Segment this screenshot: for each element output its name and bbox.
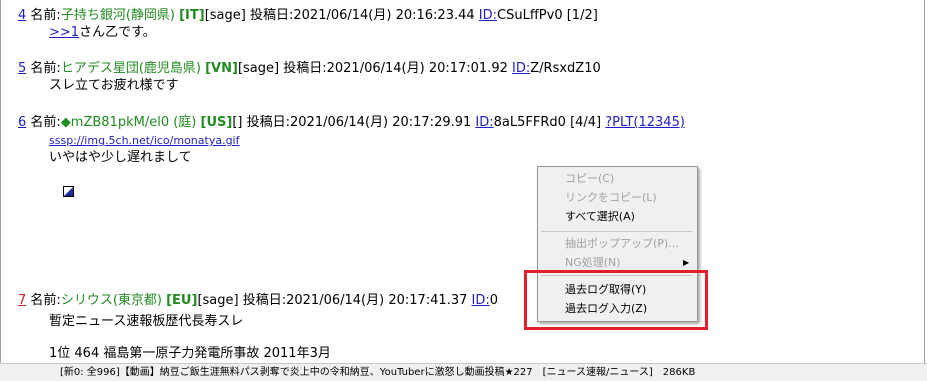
menu-item-extract-popup[interactable]: 抽出ポップアップ(P)...	[565, 235, 679, 253]
poster-name: 子持ち銀河(静岡県)	[60, 8, 175, 23]
poster-id: CSuLffPv0	[497, 8, 563, 23]
post-date: 2021/06/14(月) 20:16:23.44	[293, 8, 475, 23]
poster-id: Z/RsxdZ10	[530, 61, 601, 76]
menu-item-copy-link[interactable]: リンクをコピー(L)	[565, 189, 657, 207]
post-5: 5 名前:ヒアデス星団(鹿児島県) [VN][sage] 投稿日:2021/06…	[18, 60, 601, 77]
country-tag: [EU]	[166, 293, 198, 308]
post-4: 4 名前:子持ち銀河(静岡県) [IT][sage] 投稿日:2021/06/1…	[18, 7, 598, 24]
menu-item-ng-label: NG処理(N)	[565, 256, 621, 269]
post-5-body: スレ立てお疲れ様です	[18, 77, 179, 94]
status-text: [新0: 全996]【動画】納豆ご飯生涯無料パス剥奪で炎上中の令和納豆、YouT…	[60, 367, 696, 378]
country-tag: [US]	[200, 115, 233, 130]
name-label: 名前:	[30, 115, 61, 130]
date-label: 投稿日:	[242, 293, 287, 308]
post-date: 2021/06/14(月) 20:17:41.37	[286, 293, 468, 308]
post-6-image-link: sssp://img.5ch.net/ico/monatya.gif	[18, 132, 240, 149]
menu-item-copy[interactable]: コピー(C)	[565, 170, 614, 188]
post-text: いやはや少し遅れまして	[49, 150, 192, 165]
status-bar: [新0: 全996]【動画】納豆ご飯生涯無料パス剥奪で炎上中の令和納豆、YouT…	[0, 363, 927, 381]
menu-item-select-all[interactable]: すべて選択(A)	[565, 208, 635, 226]
image-thumbnail-icon[interactable]	[63, 186, 74, 197]
date-label: 投稿日:	[246, 115, 291, 130]
poster-id: 8aL5FFRd0	[493, 115, 566, 130]
poster-name: ヒアデス星団(鹿児島県)	[60, 61, 201, 76]
post-number-link[interactable]: 5	[18, 61, 26, 76]
country-tag: [VN]	[205, 61, 238, 76]
post-6: 6 名前:◆mZB81pkM/el0 (庭) [US][] 投稿日:2021/0…	[18, 114, 685, 131]
post-date: 2021/06/14(月) 20:17:29.91	[290, 115, 472, 130]
anchor-link[interactable]: >>1	[49, 25, 79, 40]
plt-link[interactable]: ?PLT(12345)	[605, 115, 685, 130]
post-7-body: 暫定ニュース速報板歴代長寿スレ	[18, 313, 243, 330]
image-url-link[interactable]: sssp://img.5ch.net/ico/monatya.gif	[49, 134, 240, 147]
poster-name: シリウス(東京都)	[60, 293, 162, 308]
post-text: さん乙です。	[79, 25, 156, 40]
post-text: スレ立てお疲れ様です	[49, 78, 179, 93]
post-number-link[interactable]: 4	[18, 8, 26, 23]
mail-field: []	[232, 115, 243, 130]
menu-separator	[541, 231, 692, 232]
post-7-body-line2: 1位 464 福島第一原子力発電所事故 2011年3月	[18, 345, 331, 362]
thread-view: 4 名前:子持ち銀河(静岡県) [IT][sage] 投稿日:2021/06/1…	[0, 0, 925, 363]
post-text: 暫定ニュース速報板歴代長寿スレ	[49, 314, 244, 329]
country-tag: [IT]	[179, 8, 205, 23]
name-label: 名前:	[30, 293, 61, 308]
poster-name: ◆mZB81pkM/el0 (庭)	[60, 115, 197, 130]
post-4-body: >>1さん乙です。	[18, 24, 156, 41]
poster-id: 0	[489, 293, 499, 308]
date-label: 投稿日:	[249, 8, 294, 23]
name-label: 名前:	[30, 61, 61, 76]
post-text: 1位 464 福島第一原子力発電所事故 2011年3月	[49, 346, 331, 361]
mail-field: [sage]	[197, 293, 239, 308]
name-label: 名前:	[30, 8, 61, 23]
date-label: 投稿日:	[283, 61, 327, 76]
id-link[interactable]: ID:	[475, 115, 493, 130]
mail-field: [sage]	[237, 61, 280, 76]
post-count: [4/4]	[570, 115, 602, 130]
post-number-link[interactable]: 7	[18, 293, 26, 308]
highlight-box	[524, 270, 708, 330]
post-count: [1/2]	[566, 8, 598, 23]
id-link[interactable]: ID:	[472, 293, 490, 308]
post-6-body: いやはや少し遅れまして	[18, 149, 192, 166]
post-7: 7 名前:シリウス(東京都) [EU][sage] 投稿日:2021/06/14…	[18, 292, 498, 309]
mail-field: [sage]	[204, 8, 246, 23]
post-number-link[interactable]: 6	[18, 115, 26, 130]
post-date: 2021/06/14(月) 20:17:01.92	[326, 61, 508, 76]
id-link[interactable]: ID:	[479, 8, 497, 23]
id-link[interactable]: ID:	[512, 61, 530, 76]
